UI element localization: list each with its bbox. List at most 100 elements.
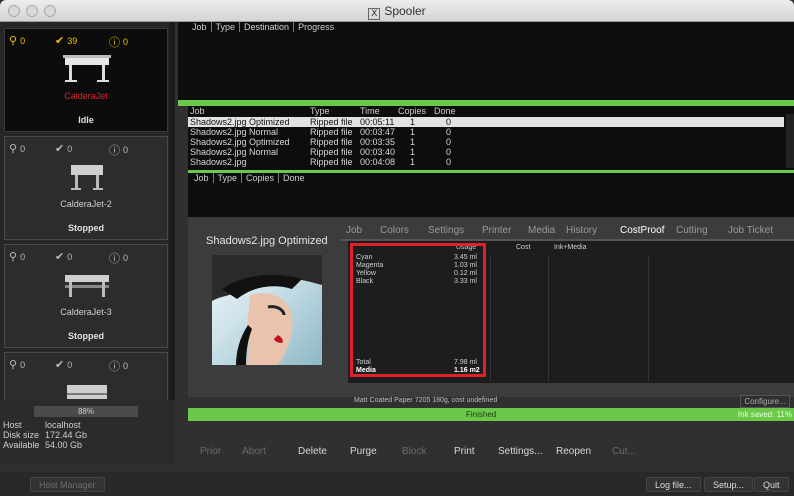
- tab-costproof[interactable]: CostProof: [620, 225, 664, 236]
- thumbnail-image: [212, 255, 322, 365]
- table-row[interactable]: Shadows2.jpg Normal Ripped file 00:03:47 1 0: [188, 127, 784, 137]
- block-button[interactable]: Block: [396, 444, 432, 460]
- settings-button[interactable]: Settings...: [492, 444, 548, 460]
- job-copies: 1: [410, 157, 416, 167]
- job-name: Shadows2.jpg Normal: [190, 147, 279, 157]
- plotter-icon: [67, 385, 107, 399]
- tab-printer[interactable]: Printer: [482, 225, 511, 236]
- job-type: Ripped file: [310, 137, 353, 147]
- host-manager-button[interactable]: Host Manager: [30, 477, 105, 492]
- job-time: 00:03:40: [360, 147, 396, 157]
- table-row[interactable]: Shadows2.jpg Optimized Ripped file 00:03:3…: [188, 137, 784, 147]
- error-count: 0: [123, 253, 129, 263]
- table-row[interactable]: Shadows2.jpg Normal Ripped file 00:03:40 1 0: [188, 147, 784, 157]
- tab-media[interactable]: Media: [528, 225, 555, 236]
- printer-name: CalderaJet-3: [60, 307, 112, 317]
- printer-card-4[interactable]: ⚲ 0 ✔ 0 ⓘ 0: [4, 352, 168, 400]
- key-count: 0: [20, 359, 26, 370]
- col-done[interactable]: Done: [278, 173, 309, 183]
- col-job[interactable]: Job: [188, 22, 211, 32]
- col-time[interactable]: Time: [360, 106, 380, 116]
- job-detail-panel: Shadows2.jpg Optimized Job Colors Settin…: [188, 217, 794, 408]
- active-queue[interactable]: Job Type Destination Progress: [178, 22, 794, 100]
- check-icon: ✔: [55, 250, 65, 263]
- tab-job[interactable]: Job: [346, 225, 362, 236]
- plotter-icon: [63, 55, 111, 82]
- purge-button[interactable]: Purge: [344, 444, 383, 460]
- job-type: Ripped file: [310, 117, 353, 127]
- plotter-icon: [71, 165, 103, 190]
- grid-line: [490, 255, 491, 381]
- alert-icon: ⓘ: [109, 144, 120, 157]
- configure-button[interactable]: Configure...: [740, 395, 790, 408]
- status-text: Finished: [466, 410, 497, 419]
- error-count: 0: [123, 145, 129, 155]
- col-job[interactable]: Job: [190, 173, 213, 183]
- printer-list: ⚲0 ✔39 ⓘ0 CalderaJet Idle ⚲0 ✔0 ⓘ0: [0, 22, 175, 400]
- job-copies: 1: [410, 127, 416, 137]
- check-icon: ✔: [55, 142, 65, 155]
- col-copies[interactable]: Copies: [398, 106, 426, 116]
- printer-name: CalderaJet-2: [60, 199, 112, 209]
- ripped-queue[interactable]: Job Type Time Copies Done Shadows2.jpg O…: [188, 106, 794, 170]
- table-row[interactable]: Shadows2.jpg Ripped file 00:04:08 1 0: [188, 157, 784, 167]
- host-info-panel: 88% Host localhost Disk size 172.44 Gb Ava…: [0, 400, 175, 464]
- key-icon: ⚲: [9, 34, 18, 47]
- printer-status: Stopped: [68, 223, 104, 233]
- printer-status: Idle: [78, 115, 94, 125]
- printer-card-calderajet[interactable]: ⚲ 0 ✔ 39 ⓘ 0 CalderaJet Idle: [4, 28, 168, 132]
- col-type[interactable]: Type: [212, 173, 242, 183]
- job-type: Ripped file: [310, 157, 353, 167]
- col-done[interactable]: Done: [434, 106, 456, 116]
- job-copies: 1: [410, 117, 416, 127]
- log-file-button[interactable]: Log file...: [646, 477, 701, 492]
- col-destination[interactable]: Destination: [239, 22, 293, 32]
- available-value: 54.00 Gb: [45, 440, 83, 450]
- alert-icon: ⓘ: [109, 252, 120, 265]
- abort-button[interactable]: Abort: [236, 444, 272, 460]
- job-name: Shadows2.jpg Optimized: [190, 117, 290, 127]
- job-copies: 1: [410, 137, 416, 147]
- reopen-button[interactable]: Reopen: [550, 444, 597, 460]
- plotter-icon: [65, 275, 109, 297]
- bottom-bar: Host Manager Log file... Setup... Quit: [0, 472, 794, 496]
- col-type[interactable]: Type: [210, 22, 240, 32]
- col-type[interactable]: Type: [310, 106, 330, 116]
- printer-card-calderajet-2[interactable]: ⚲ 0 ✔ 0 ⓘ 0 CalderaJet-2 Stopped: [4, 136, 168, 240]
- print-button[interactable]: Print: [448, 444, 481, 460]
- printer-list-scrollbar[interactable]: [169, 22, 175, 400]
- done-count: 0: [67, 143, 73, 154]
- tab-colors[interactable]: Colors: [380, 225, 409, 236]
- ripped-queue-scrollbar[interactable]: [786, 114, 794, 168]
- key-icon: ⚲: [9, 142, 18, 155]
- ink-media-header: Ink+Media: [554, 244, 587, 251]
- job-time: 00:03:47: [360, 127, 396, 137]
- delete-button[interactable]: Delete: [292, 444, 333, 460]
- table-row[interactable]: Shadows2.jpg Optimized Ripped file 00:05:1…: [188, 117, 784, 127]
- job-type: Ripped file: [310, 127, 353, 137]
- printed-queue[interactable]: Job Type Copies Done: [188, 173, 794, 217]
- job-done: 0: [446, 147, 452, 157]
- spooler-window: X Spooler ⚲ 0 ✔ 39 ⓘ 0 CalderaJet Idle ⚲ 0 ✔ 0…: [0, 0, 794, 496]
- key-count: 0: [20, 251, 26, 262]
- col-job[interactable]: Job: [190, 106, 205, 116]
- status-bar: Finished Ink saved: 11%: [188, 408, 794, 421]
- tab-job-ticket[interactable]: Job Ticket: [728, 225, 773, 236]
- job-name: Shadows2.jpg: [190, 157, 247, 167]
- setup-button[interactable]: Setup...: [704, 477, 754, 492]
- window-title-text: Spooler: [384, 4, 426, 18]
- quit-button[interactable]: Quit: [754, 477, 789, 492]
- cut-button[interactable]: Cut...: [606, 444, 642, 460]
- x11-icon: X: [368, 8, 381, 20]
- prior-button[interactable]: Prior: [194, 444, 227, 460]
- printer-card-calderajet-3[interactable]: ⚲ 0 ✔ 0 ⓘ 0 CalderaJet-3 Stopped: [4, 244, 168, 348]
- printer-status: Stopped: [68, 331, 104, 341]
- job-done: 0: [446, 117, 452, 127]
- col-progress[interactable]: Progress: [293, 22, 338, 32]
- tab-history[interactable]: History: [566, 225, 597, 236]
- tab-cutting[interactable]: Cutting: [676, 225, 708, 236]
- highlight-box: [350, 243, 486, 377]
- tab-settings[interactable]: Settings: [428, 225, 464, 236]
- job-time: 00:03:35: [360, 137, 396, 147]
- col-copies[interactable]: Copies: [241, 173, 278, 183]
